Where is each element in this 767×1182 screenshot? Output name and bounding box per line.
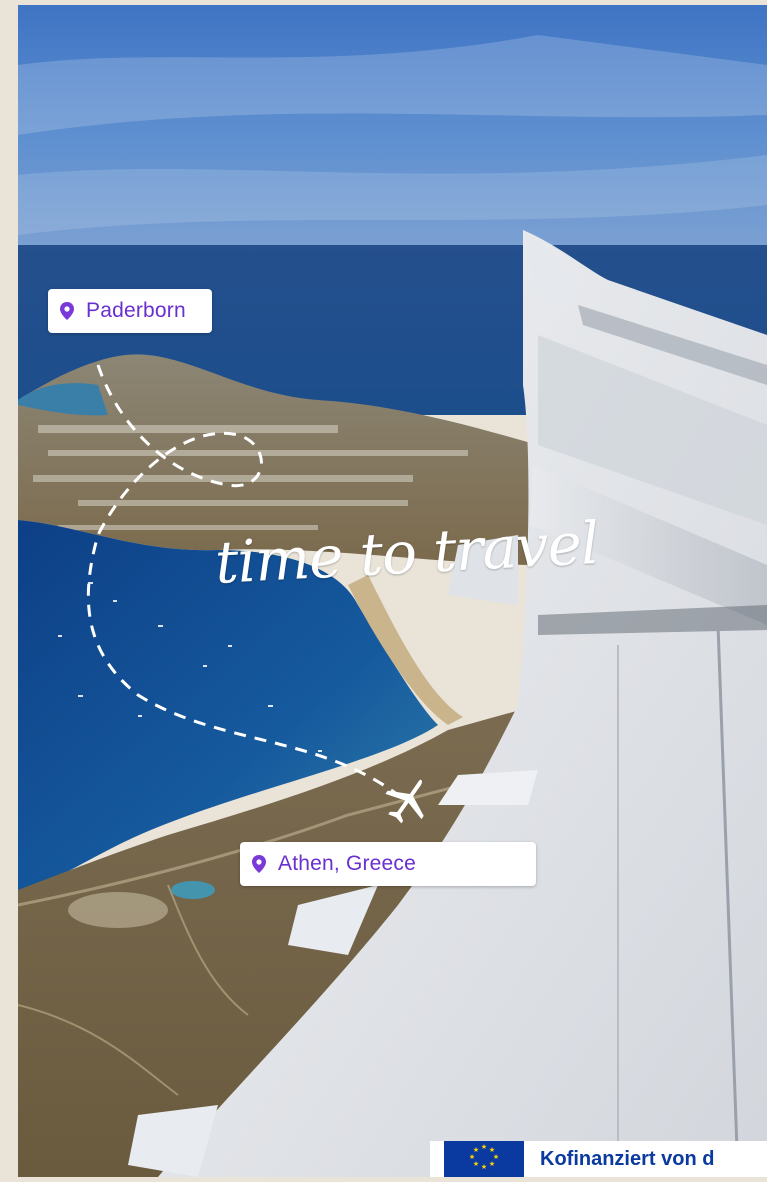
destination-location-label: Athen, Greece xyxy=(240,842,536,886)
location-pin-icon xyxy=(60,302,74,320)
eu-flag-icon: ★ ★ ★ ★ ★ ★ ★ ★ xyxy=(444,1141,524,1177)
cofunding-text: Kofinanziert von d xyxy=(540,1147,715,1170)
svg-text:★: ★ xyxy=(481,1163,487,1171)
location-pin-icon xyxy=(252,855,266,873)
origin-location-label: Paderborn xyxy=(48,289,212,333)
svg-text:★: ★ xyxy=(481,1143,487,1151)
airplane-icon xyxy=(380,772,436,828)
aerial-photo xyxy=(18,5,767,1177)
svg-text:★: ★ xyxy=(489,1160,495,1168)
origin-name: Paderborn xyxy=(86,299,186,322)
destination-name: Athen, Greece xyxy=(278,852,417,875)
eu-cofunding-banner: ★ ★ ★ ★ ★ ★ ★ ★ Kofinanziert von d xyxy=(430,1141,767,1177)
svg-text:★: ★ xyxy=(473,1160,479,1168)
